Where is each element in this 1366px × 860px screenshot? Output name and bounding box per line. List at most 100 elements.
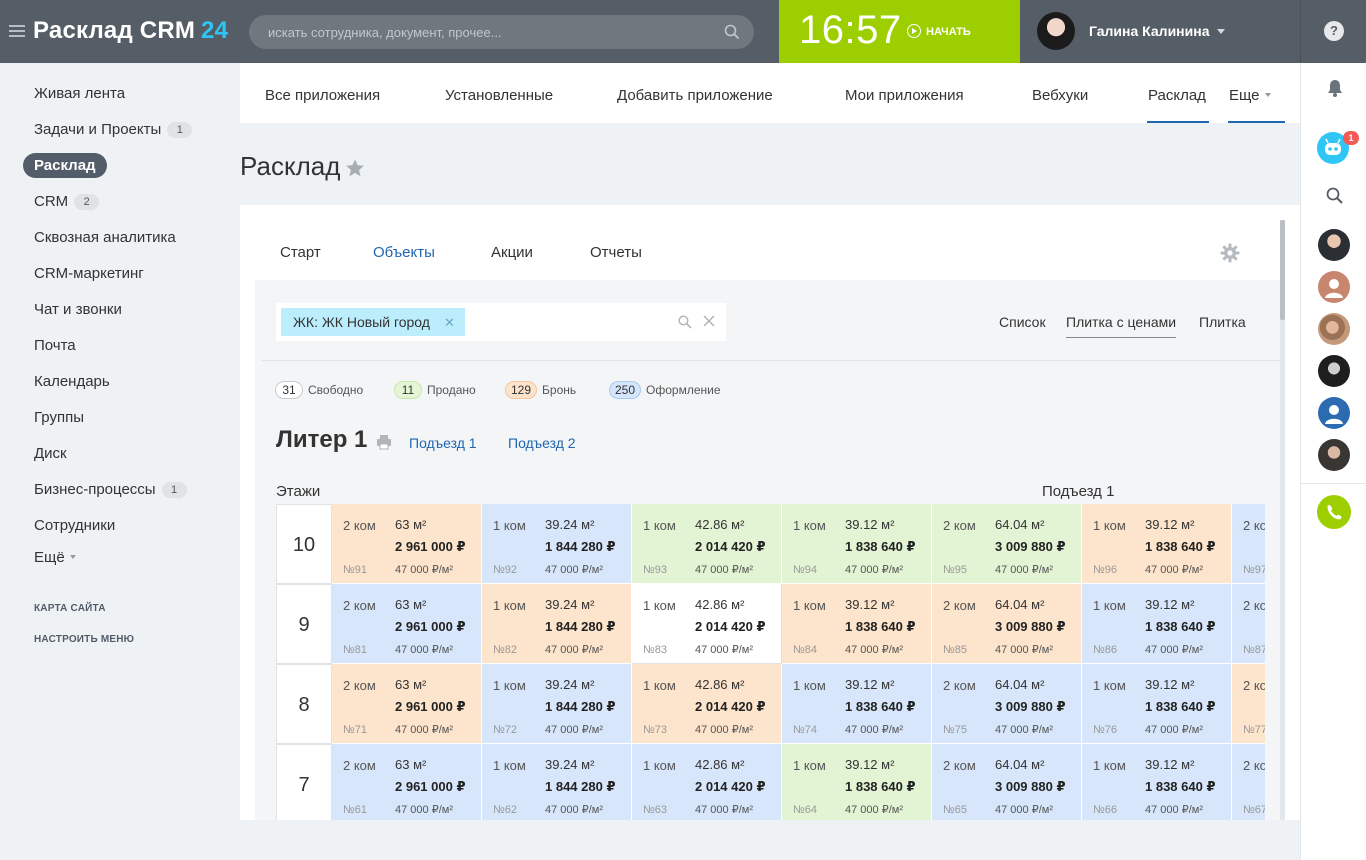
apartment-cell[interactable]: 1 ком 42.86 м² 2 014 420 ₽ №73 47 000 ₽/м² [632, 664, 782, 744]
user-avatar[interactable] [1037, 12, 1075, 50]
nav-item[interactable]: Установленные [445, 87, 553, 104]
sidebar-item[interactable]: Сотрудники [34, 517, 115, 534]
apartment-cell[interactable]: 2 ком №77 [1232, 664, 1265, 744]
nav-item[interactable]: Расклад [1148, 87, 1206, 104]
legend-item[interactable]: 11 Продано [394, 381, 476, 399]
star-icon[interactable] [345, 158, 365, 178]
view-option[interactable]: Плитка [1199, 314, 1246, 330]
tab-item[interactable]: Объекты [373, 244, 435, 261]
contact-avatar[interactable] [1318, 439, 1350, 471]
apartment-cell[interactable]: 1 ком 39.12 м² 1 838 640 ₽ №96 47 000 ₽/м² [1082, 504, 1232, 584]
tab-item[interactable]: Акции [491, 244, 533, 261]
apartment-cell[interactable]: 2 ком 63 м² 2 961 000 ₽ №81 47 000 ₽/м² [332, 584, 482, 664]
entrance-link[interactable]: Подъезд 2 [508, 435, 576, 451]
nav-item[interactable]: Вебхуки [1032, 87, 1088, 104]
chip-remove-icon[interactable]: ✕ [444, 315, 455, 330]
apartment-cell[interactable]: 2 ком 64.04 м² 3 009 880 ₽ №85 47 000 ₽/м² [932, 584, 1082, 664]
sidebar-item[interactable]: Диск [34, 445, 67, 462]
nav-item[interactable]: Мои приложения [845, 87, 964, 104]
apartment-cell[interactable]: 1 ком 39.12 м² 1 838 640 ₽ №64 47 000 ₽/м² [782, 744, 932, 820]
apartment-cell[interactable]: 1 ком 39.12 м² 1 838 640 ₽ №86 47 000 ₽/м² [1082, 584, 1232, 664]
apartment-cell[interactable]: 2 ком 64.04 м² 3 009 880 ₽ №65 47 000 ₽/м² [932, 744, 1082, 820]
page-title: Расклад [240, 151, 341, 181]
help-icon[interactable]: ? [1324, 21, 1344, 41]
apartment-cell[interactable]: 1 ком 39.24 м² 1 844 280 ₽ №92 47 000 ₽/м² [482, 504, 632, 584]
apartment-cell[interactable]: 1 ком 42.86 м² 2 014 420 ₽ №83 47 000 ₽/м² [632, 584, 782, 664]
apartment-cell[interactable]: 2 ком 64.04 м² 3 009 880 ₽ №75 47 000 ₽/м² [932, 664, 1082, 744]
apartment-cell[interactable]: 1 ком 42.86 м² 2 014 420 ₽ №93 47 000 ₽/м² [632, 504, 782, 584]
sidebar-item[interactable]: Почта [34, 337, 76, 354]
sidebar-item[interactable]: Живая лента [34, 85, 125, 102]
search-icon[interactable] [724, 24, 740, 40]
gear-icon[interactable] [1220, 243, 1240, 263]
apt-area: 39.24 м² [545, 757, 595, 772]
apartment-cell[interactable]: 2 ком 63 м² 2 961 000 ₽ №61 47 000 ₽/м² [332, 744, 482, 820]
sidebar-item[interactable]: Задачи и Проекты 1 [34, 121, 193, 138]
user-name[interactable]: Галина Калинина [1089, 23, 1226, 39]
apt-number: №76 [1093, 724, 1118, 736]
legend-item[interactable]: 250 Оформление [609, 381, 721, 399]
sidebar-item[interactable]: Сквозная аналитика [34, 229, 176, 246]
tab-item[interactable]: Старт [280, 244, 321, 261]
global-search[interactable]: искать сотрудника, документ, прочее... [249, 15, 754, 49]
sidebar-item[interactable]: Чат и звонки [34, 301, 122, 318]
apartment-cell[interactable]: 2 ком 64.04 м² 3 009 880 ₽ №95 47 000 ₽/м² [932, 504, 1082, 584]
apartment-cell[interactable]: 1 ком 39.12 м² 1 838 640 ₽ №66 47 000 ₽/м² [1082, 744, 1232, 820]
view-option[interactable]: Плитка с ценами [1066, 314, 1177, 338]
apartment-cell[interactable]: 2 ком №67 [1232, 744, 1265, 820]
view-option[interactable]: Список [999, 314, 1046, 330]
start-workday-button[interactable]: НАЧАТЬ [907, 24, 971, 38]
contact-avatar[interactable] [1318, 355, 1350, 387]
configure-menu-link[interactable]: НАСТРОИТЬ МЕНЮ [34, 634, 134, 645]
apartment-cell[interactable]: 1 ком 39.24 м² 1 844 280 ₽ №72 47 000 ₽/м² [482, 664, 632, 744]
scrollbar-thumb[interactable] [1280, 220, 1285, 320]
workday-timer[interactable]: 16:57 НАЧАТЬ [779, 0, 1020, 63]
logo[interactable]: Расклад CRM 24 [33, 17, 228, 45]
sidebar-item-active[interactable]: Расклад [23, 153, 107, 178]
apartment-cell[interactable]: 1 ком 39.24 м² 1 844 280 ₽ №62 47 000 ₽/м² [482, 744, 632, 820]
sidebar-item[interactable]: Календарь [34, 373, 110, 390]
sidebar-item[interactable]: Группы [34, 409, 84, 426]
filter-search-icon[interactable] [678, 315, 692, 329]
nav-item[interactable]: Еще [1229, 87, 1271, 104]
nav-item[interactable]: Добавить приложение [617, 87, 773, 104]
apt-number: №95 [943, 564, 968, 576]
menu-burger-icon[interactable] [9, 25, 25, 37]
apt-area: 64.04 м² [995, 597, 1045, 612]
print-icon[interactable] [376, 434, 392, 450]
nav-item[interactable]: Все приложения [265, 87, 380, 104]
phone-icon[interactable] [1317, 495, 1351, 529]
apartment-cell[interactable]: 1 ком 42.86 м² 2 014 420 ₽ №63 47 000 ₽/м² [632, 744, 782, 820]
bell-icon[interactable] [1325, 78, 1345, 98]
apartment-cell[interactable]: 1 ком 39.24 м² 1 844 280 ₽ №82 47 000 ₽/м² [482, 584, 632, 664]
legend-item[interactable]: 129 Бронь [505, 381, 576, 399]
sitemap-link[interactable]: КАРТА САЙТА [34, 603, 106, 614]
sidebar-more[interactable]: Ещё [34, 549, 76, 566]
apartment-cell[interactable]: 2 ком 63 м² 2 961 000 ₽ №71 47 000 ₽/м² [332, 664, 482, 744]
contact-avatar[interactable] [1318, 229, 1350, 261]
filter-input[interactable]: ЖК: ЖК Новый город ✕ [276, 303, 726, 341]
apt-price-per-m2: 47 000 ₽/м² [395, 804, 453, 816]
contact-avatar[interactable] [1318, 397, 1350, 429]
legend-item[interactable]: 31 Свободно [275, 381, 363, 399]
contact-avatar[interactable] [1318, 313, 1350, 345]
apartment-cell[interactable]: 2 ком №97 [1232, 504, 1265, 584]
contact-avatar[interactable] [1318, 271, 1350, 303]
search-icon[interactable] [1325, 186, 1345, 206]
apt-area: 64.04 м² [995, 517, 1045, 532]
sidebar-item[interactable]: Бизнес-процессы 1 [34, 481, 187, 498]
filter-clear-icon[interactable] [703, 315, 715, 327]
filter-chip[interactable]: ЖК: ЖК Новый город ✕ [281, 308, 465, 336]
apartment-cell[interactable]: 2 ком №87 [1232, 584, 1265, 664]
entrance-link[interactable]: Подъезд 1 [409, 435, 477, 451]
apartment-cell[interactable]: 2 ком 63 м² 2 961 000 ₽ №91 47 000 ₽/м² [332, 504, 482, 584]
apt-price: 1 838 640 ₽ [1145, 539, 1216, 554]
apartment-cell[interactable]: 1 ком 39.12 м² 1 838 640 ₽ №94 47 000 ₽/м² [782, 504, 932, 584]
tab-item[interactable]: Отчеты [590, 244, 642, 261]
apartment-cell[interactable]: 1 ком 39.12 м² 1 838 640 ₽ №74 47 000 ₽/м² [782, 664, 932, 744]
apartment-cell[interactable]: 1 ком 39.12 м² 1 838 640 ₽ №76 47 000 ₽/м² [1082, 664, 1232, 744]
sidebar-item[interactable]: CRM-маркетинг [34, 265, 144, 282]
apartment-cell[interactable]: 1 ком 39.12 м² 1 838 640 ₽ №84 47 000 ₽/м² [782, 584, 932, 664]
apt-area: 63 м² [395, 677, 427, 692]
sidebar-item[interactable]: CRM 2 [34, 193, 100, 210]
